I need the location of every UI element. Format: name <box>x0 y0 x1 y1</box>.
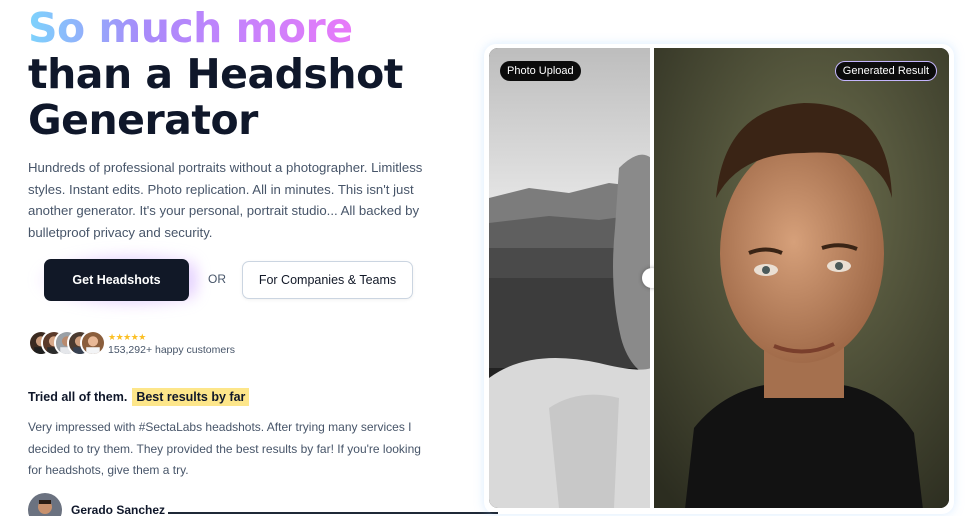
or-separator: OR <box>208 272 226 286</box>
review-highlight: Best results by far <box>132 388 250 406</box>
customer-count: 153,292+ happy customers <box>108 344 235 356</box>
generated-result-badge: Generated Result <box>834 61 937 81</box>
hero-description: Hundreds of professional portraits witho… <box>28 160 423 240</box>
reviewer-avatar <box>28 493 62 516</box>
cta-row: Get Headshots OR For Companies & Teams <box>28 252 448 308</box>
companies-teams-button[interactable]: For Companies & Teams <box>242 261 413 299</box>
reviewer: Gerado Sanchez <box>28 490 165 516</box>
review-title-text: Tried all of them. <box>28 390 128 404</box>
customer-avatar <box>80 330 106 356</box>
comparison-card: Photo Upload Generated Result <box>489 48 949 508</box>
photo-upload-image <box>489 48 651 508</box>
generated-result-image <box>654 48 949 508</box>
rating-stars: ★★★★★ <box>108 332 146 342</box>
photo-upload-badge: Photo Upload <box>500 61 581 81</box>
get-headshots-button[interactable]: Get Headshots <box>44 259 189 301</box>
social-proof: ★★★★★ 153,292+ happy customers <box>28 330 288 360</box>
review-text: Very impressed with #SectaLabs headshots… <box>28 420 421 477</box>
headline-line-3: Generator <box>28 96 258 144</box>
review-title: Tried all of them. Best results by far <box>28 388 250 406</box>
divider-line <box>168 512 498 514</box>
reviewer-name: Gerado Sanchez <box>71 503 166 516</box>
headline-line-1: So much more <box>28 4 353 52</box>
headline-line-2: than a Headshot <box>28 50 403 98</box>
